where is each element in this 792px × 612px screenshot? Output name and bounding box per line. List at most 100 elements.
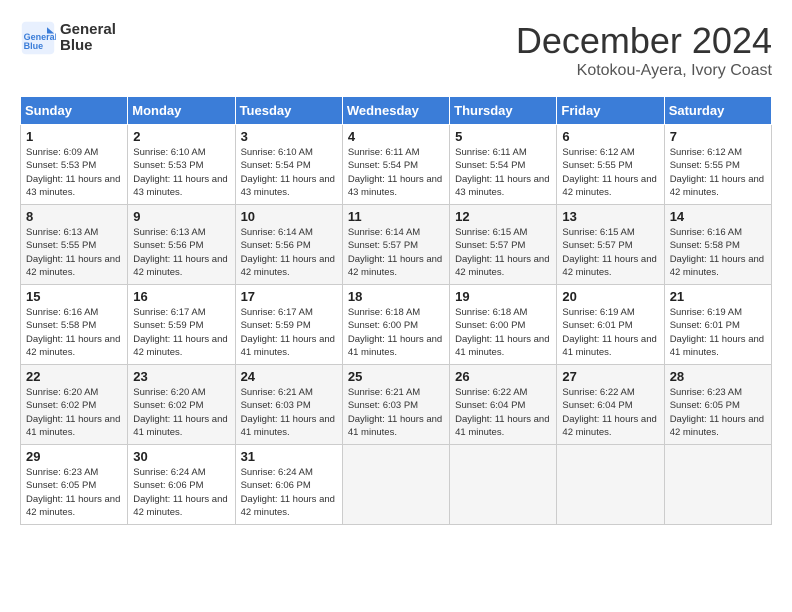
day-info: Sunrise: 6:23 AM Sunset: 6:05 PM Dayligh… — [670, 386, 766, 439]
calendar-cell: 23 Sunrise: 6:20 AM Sunset: 6:02 PM Dayl… — [128, 365, 235, 445]
day-number: 29 — [26, 449, 122, 464]
title-section: December 2024 Kotokou-Ayera, Ivory Coast — [516, 20, 772, 80]
logo-text: General Blue — [60, 22, 116, 55]
day-number: 5 — [455, 129, 551, 144]
calendar-cell: 8 Sunrise: 6:13 AM Sunset: 5:55 PM Dayli… — [21, 205, 128, 285]
day-of-week-header: Saturday — [664, 97, 771, 125]
day-info: Sunrise: 6:20 AM Sunset: 6:02 PM Dayligh… — [26, 386, 122, 439]
day-number: 25 — [348, 369, 444, 384]
calendar-cell: 20 Sunrise: 6:19 AM Sunset: 6:01 PM Dayl… — [557, 285, 664, 365]
calendar-cell: 12 Sunrise: 6:15 AM Sunset: 5:57 PM Dayl… — [450, 205, 557, 285]
day-number: 6 — [562, 129, 658, 144]
day-of-week-header: Thursday — [450, 97, 557, 125]
day-number: 15 — [26, 289, 122, 304]
day-number: 20 — [562, 289, 658, 304]
day-info: Sunrise: 6:19 AM Sunset: 6:01 PM Dayligh… — [670, 306, 766, 359]
day-number: 18 — [348, 289, 444, 304]
day-of-week-header: Sunday — [21, 97, 128, 125]
calendar-week-row: 8 Sunrise: 6:13 AM Sunset: 5:55 PM Dayli… — [21, 205, 772, 285]
day-number: 14 — [670, 209, 766, 224]
day-info: Sunrise: 6:17 AM Sunset: 5:59 PM Dayligh… — [241, 306, 337, 359]
day-number: 21 — [670, 289, 766, 304]
calendar-cell: 3 Sunrise: 6:10 AM Sunset: 5:54 PM Dayli… — [235, 125, 342, 205]
day-number: 9 — [133, 209, 229, 224]
day-info: Sunrise: 6:13 AM Sunset: 5:55 PM Dayligh… — [26, 226, 122, 279]
day-info: Sunrise: 6:14 AM Sunset: 5:56 PM Dayligh… — [241, 226, 337, 279]
day-info: Sunrise: 6:11 AM Sunset: 5:54 PM Dayligh… — [455, 146, 551, 199]
day-number: 16 — [133, 289, 229, 304]
day-info: Sunrise: 6:10 AM Sunset: 5:53 PM Dayligh… — [133, 146, 229, 199]
day-info: Sunrise: 6:18 AM Sunset: 6:00 PM Dayligh… — [455, 306, 551, 359]
calendar-cell: 18 Sunrise: 6:18 AM Sunset: 6:00 PM Dayl… — [342, 285, 449, 365]
calendar-cell: 10 Sunrise: 6:14 AM Sunset: 5:56 PM Dayl… — [235, 205, 342, 285]
day-of-week-header: Monday — [128, 97, 235, 125]
calendar-cell: 9 Sunrise: 6:13 AM Sunset: 5:56 PM Dayli… — [128, 205, 235, 285]
logo-line2: Blue — [60, 38, 116, 55]
calendar-cell: 21 Sunrise: 6:19 AM Sunset: 6:01 PM Dayl… — [664, 285, 771, 365]
day-info: Sunrise: 6:17 AM Sunset: 5:59 PM Dayligh… — [133, 306, 229, 359]
day-info: Sunrise: 6:16 AM Sunset: 5:58 PM Dayligh… — [670, 226, 766, 279]
day-number: 1 — [26, 129, 122, 144]
day-number: 30 — [133, 449, 229, 464]
calendar-cell — [450, 445, 557, 525]
calendar-cell: 31 Sunrise: 6:24 AM Sunset: 6:06 PM Dayl… — [235, 445, 342, 525]
day-number: 3 — [241, 129, 337, 144]
day-info: Sunrise: 6:15 AM Sunset: 5:57 PM Dayligh… — [455, 226, 551, 279]
day-number: 28 — [670, 369, 766, 384]
day-number: 23 — [133, 369, 229, 384]
day-number: 26 — [455, 369, 551, 384]
calendar-cell: 26 Sunrise: 6:22 AM Sunset: 6:04 PM Dayl… — [450, 365, 557, 445]
day-info: Sunrise: 6:14 AM Sunset: 5:57 PM Dayligh… — [348, 226, 444, 279]
day-number: 4 — [348, 129, 444, 144]
calendar-cell: 11 Sunrise: 6:14 AM Sunset: 5:57 PM Dayl… — [342, 205, 449, 285]
day-info: Sunrise: 6:20 AM Sunset: 6:02 PM Dayligh… — [133, 386, 229, 439]
day-number: 11 — [348, 209, 444, 224]
day-info: Sunrise: 6:23 AM Sunset: 6:05 PM Dayligh… — [26, 466, 122, 519]
day-info: Sunrise: 6:22 AM Sunset: 6:04 PM Dayligh… — [562, 386, 658, 439]
calendar-subtitle: Kotokou-Ayera, Ivory Coast — [516, 62, 772, 80]
calendar-cell: 25 Sunrise: 6:21 AM Sunset: 6:03 PM Dayl… — [342, 365, 449, 445]
logo: General Blue General Blue — [20, 20, 116, 56]
calendar-cell: 30 Sunrise: 6:24 AM Sunset: 6:06 PM Dayl… — [128, 445, 235, 525]
day-info: Sunrise: 6:21 AM Sunset: 6:03 PM Dayligh… — [348, 386, 444, 439]
calendar-cell: 29 Sunrise: 6:23 AM Sunset: 6:05 PM Dayl… — [21, 445, 128, 525]
day-number: 27 — [562, 369, 658, 384]
logo-icon: General Blue — [20, 20, 56, 56]
calendar-cell: 17 Sunrise: 6:17 AM Sunset: 5:59 PM Dayl… — [235, 285, 342, 365]
calendar-cell: 5 Sunrise: 6:11 AM Sunset: 5:54 PM Dayli… — [450, 125, 557, 205]
calendar-cell: 4 Sunrise: 6:11 AM Sunset: 5:54 PM Dayli… — [342, 125, 449, 205]
calendar-week-row: 15 Sunrise: 6:16 AM Sunset: 5:58 PM Dayl… — [21, 285, 772, 365]
day-number: 31 — [241, 449, 337, 464]
day-info: Sunrise: 6:11 AM Sunset: 5:54 PM Dayligh… — [348, 146, 444, 199]
calendar-cell: 28 Sunrise: 6:23 AM Sunset: 6:05 PM Dayl… — [664, 365, 771, 445]
calendar-cell: 2 Sunrise: 6:10 AM Sunset: 5:53 PM Dayli… — [128, 125, 235, 205]
calendar-week-row: 1 Sunrise: 6:09 AM Sunset: 5:53 PM Dayli… — [21, 125, 772, 205]
calendar-cell: 22 Sunrise: 6:20 AM Sunset: 6:02 PM Dayl… — [21, 365, 128, 445]
day-info: Sunrise: 6:24 AM Sunset: 6:06 PM Dayligh… — [241, 466, 337, 519]
day-info: Sunrise: 6:15 AM Sunset: 5:57 PM Dayligh… — [562, 226, 658, 279]
calendar-header-row: SundayMondayTuesdayWednesdayThursdayFrid… — [21, 97, 772, 125]
logo-line1: General — [60, 22, 116, 39]
day-of-week-header: Friday — [557, 97, 664, 125]
calendar-title: December 2024 — [516, 20, 772, 62]
calendar-cell: 7 Sunrise: 6:12 AM Sunset: 5:55 PM Dayli… — [664, 125, 771, 205]
day-info: Sunrise: 6:22 AM Sunset: 6:04 PM Dayligh… — [455, 386, 551, 439]
calendar-cell: 1 Sunrise: 6:09 AM Sunset: 5:53 PM Dayli… — [21, 125, 128, 205]
day-number: 7 — [670, 129, 766, 144]
day-info: Sunrise: 6:12 AM Sunset: 5:55 PM Dayligh… — [562, 146, 658, 199]
day-number: 12 — [455, 209, 551, 224]
svg-text:Blue: Blue — [24, 41, 44, 51]
day-number: 10 — [241, 209, 337, 224]
day-number: 17 — [241, 289, 337, 304]
calendar-week-row: 29 Sunrise: 6:23 AM Sunset: 6:05 PM Dayl… — [21, 445, 772, 525]
day-info: Sunrise: 6:24 AM Sunset: 6:06 PM Dayligh… — [133, 466, 229, 519]
day-info: Sunrise: 6:19 AM Sunset: 6:01 PM Dayligh… — [562, 306, 658, 359]
header: General Blue General Blue December 2024 … — [20, 20, 772, 80]
calendar-cell: 27 Sunrise: 6:22 AM Sunset: 6:04 PM Dayl… — [557, 365, 664, 445]
day-number: 24 — [241, 369, 337, 384]
day-info: Sunrise: 6:09 AM Sunset: 5:53 PM Dayligh… — [26, 146, 122, 199]
calendar-cell: 6 Sunrise: 6:12 AM Sunset: 5:55 PM Dayli… — [557, 125, 664, 205]
calendar-cell — [557, 445, 664, 525]
day-number: 8 — [26, 209, 122, 224]
day-number: 2 — [133, 129, 229, 144]
